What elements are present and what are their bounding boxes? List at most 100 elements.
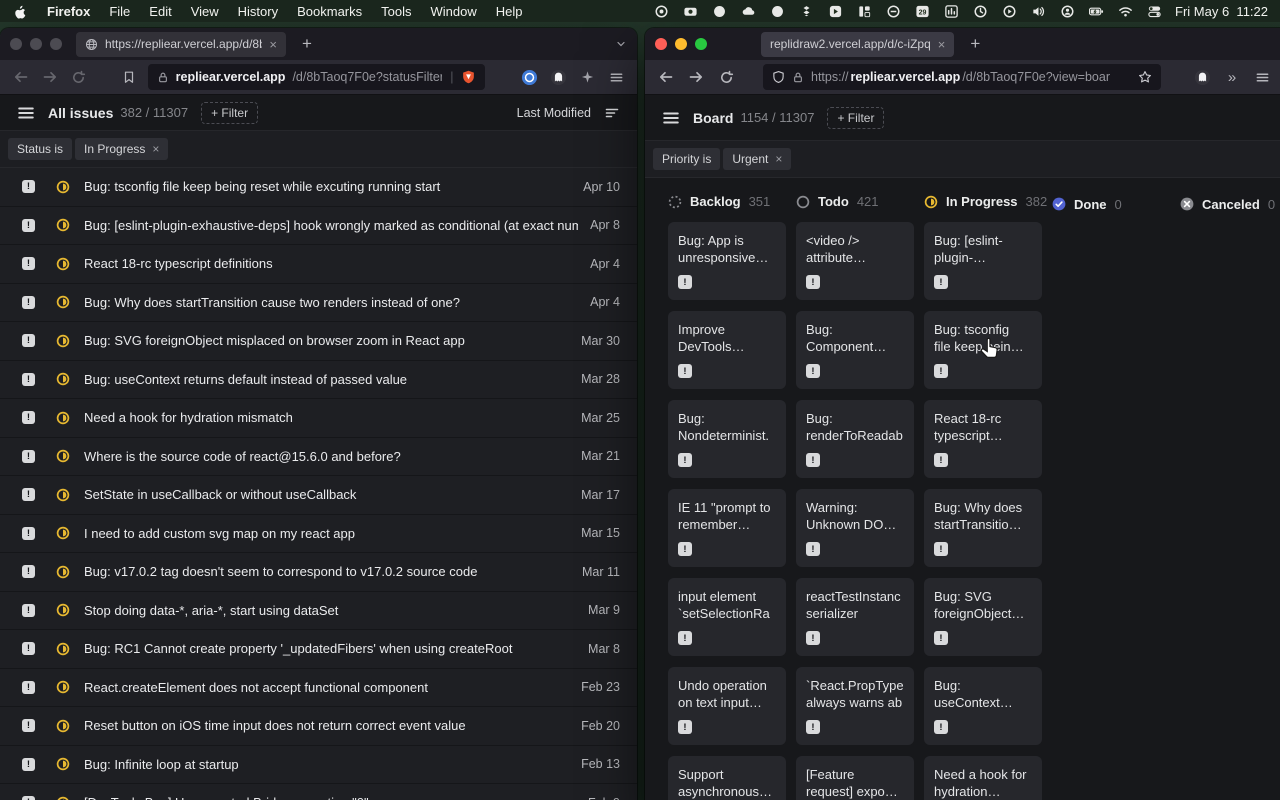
issue-row[interactable]: !SetState in useCallback or without useC… (0, 476, 637, 515)
priority-urgent-icon[interactable]: ! (22, 411, 35, 424)
window-controls[interactable] (655, 38, 707, 50)
board-card[interactable]: Bug: App isunresponsive…! (668, 222, 786, 300)
zoom-window-button[interactable] (50, 38, 62, 50)
menu-item-tools[interactable]: Tools (381, 4, 411, 19)
reload-button[interactable] (715, 66, 737, 88)
bookmark-star-icon[interactable] (1138, 70, 1152, 84)
board-card[interactable]: Bug:renderToReadab! (796, 400, 914, 478)
issue-row[interactable]: !I need to add custom svg map on my reac… (0, 515, 637, 554)
issue-row[interactable]: !React.createElement does not accept fun… (0, 669, 637, 708)
menu-item-file[interactable]: File (109, 4, 130, 19)
back-button[interactable] (10, 66, 31, 88)
back-button[interactable] (655, 66, 677, 88)
board-card[interactable]: [Featurerequest] expo…! (796, 756, 914, 800)
close-window-button[interactable] (655, 38, 667, 50)
new-tab-button[interactable]: + (296, 34, 318, 54)
adblock-shield-icon[interactable] (461, 69, 476, 85)
priority-urgent-icon[interactable]: ! (806, 364, 820, 378)
status-in-progress-icon[interactable] (56, 257, 70, 271)
add-filter-button[interactable]: + Filter (827, 107, 884, 129)
issue-row[interactable]: !Where is the source code of react@15.6.… (0, 438, 637, 477)
priority-urgent-icon[interactable]: ! (806, 453, 820, 467)
status-in-progress-icon[interactable] (56, 642, 70, 656)
board-card[interactable]: IE 11 "prompt toremember…! (668, 489, 786, 567)
issue-row[interactable]: !Bug: Infinite loop at startupFeb 13 (0, 746, 637, 785)
board-card[interactable]: Bug: [eslint-plugin-…! (924, 222, 1042, 300)
sidebar-toggle-icon[interactable] (17, 104, 35, 122)
status-in-progress-icon[interactable] (56, 526, 70, 540)
status-in-progress-icon[interactable] (56, 411, 70, 425)
priority-urgent-icon[interactable]: ! (678, 453, 692, 467)
bookmark-icon[interactable] (119, 66, 140, 88)
sort-label[interactable]: Last Modified (517, 106, 591, 120)
issue-row[interactable]: !Bug: Why does startTransition cause two… (0, 284, 637, 323)
priority-urgent-icon[interactable]: ! (678, 720, 692, 734)
priority-urgent-icon[interactable]: ! (22, 681, 35, 694)
priority-urgent-icon[interactable]: ! (678, 542, 692, 556)
menu-item-help[interactable]: Help (496, 4, 523, 19)
board-card[interactable]: `React.PropTypealways warns ab! (796, 667, 914, 745)
status-in-progress-icon[interactable] (56, 796, 70, 800)
remove-filter-icon[interactable]: × (775, 152, 782, 166)
board-card[interactable]: Supportasynchronous…! (668, 756, 786, 800)
issue-row[interactable]: !Bug: RC1 Cannot create property '_updat… (0, 630, 637, 669)
play-square-icon[interactable] (827, 3, 843, 19)
calendar-icon[interactable]: 29 (914, 3, 930, 19)
zoom-window-button[interactable] (695, 38, 707, 50)
priority-urgent-icon[interactable]: ! (678, 275, 692, 289)
board-card[interactable]: Undo operationon text input…! (668, 667, 786, 745)
issue-row[interactable]: ![DevTools Bug] Unsupported Bridge opera… (0, 784, 637, 800)
activity-icon[interactable] (943, 3, 959, 19)
extensions-icon[interactable] (577, 66, 598, 88)
board-card[interactable]: Bug: SVGforeignObject…! (924, 578, 1042, 656)
status-in-progress-icon[interactable] (56, 719, 70, 733)
forward-button[interactable] (39, 66, 60, 88)
board-card[interactable]: <video />attribute…! (796, 222, 914, 300)
issue-row[interactable]: !Need a hook for hydration mismatchMar 2… (0, 399, 637, 438)
priority-urgent-icon[interactable]: ! (22, 257, 35, 270)
board-card[interactable]: Bug:Component…! (796, 311, 914, 389)
tab-list-chevron-icon[interactable] (615, 38, 627, 50)
priority-urgent-icon[interactable]: ! (22, 758, 35, 771)
board-card[interactable]: Warning:Unknown DO…! (796, 489, 914, 567)
priority-urgent-icon[interactable]: ! (934, 542, 948, 556)
status-in-progress-icon[interactable] (56, 680, 70, 694)
battery-icon[interactable] (1088, 3, 1104, 19)
menu-item-view[interactable]: View (191, 4, 219, 19)
board-card[interactable]: React 18-rctypescript…! (924, 400, 1042, 478)
priority-urgent-icon[interactable]: ! (678, 631, 692, 645)
priority-urgent-icon[interactable]: ! (678, 364, 692, 378)
minimize-window-button[interactable] (30, 38, 42, 50)
menu-item-window[interactable]: Window (431, 4, 477, 19)
priority-urgent-icon[interactable]: ! (806, 631, 820, 645)
status-in-progress-icon[interactable] (56, 449, 70, 463)
address-bar[interactable]: repliear.vercel.app /d/8bTaoq7F0e?status… (148, 64, 486, 90)
menu-item-edit[interactable]: Edit (149, 4, 171, 19)
board-card[interactable]: Bug:Nondeterminist.! (668, 400, 786, 478)
status-in-progress-icon[interactable] (56, 603, 70, 617)
priority-urgent-icon[interactable]: ! (22, 296, 35, 309)
status-in-progress-icon[interactable] (56, 565, 70, 579)
tracking-protection-shield-icon[interactable] (772, 70, 785, 84)
control-center-icon[interactable] (1146, 3, 1162, 19)
volume-icon[interactable] (1030, 3, 1046, 19)
board-card[interactable]: input element`setSelectionRa! (668, 578, 786, 656)
swirl-icon[interactable] (711, 3, 727, 19)
apple-icon[interactable] (12, 3, 28, 19)
status-in-progress-icon[interactable] (56, 757, 70, 771)
priority-urgent-icon[interactable]: ! (934, 453, 948, 467)
do-not-disturb-icon[interactable] (885, 3, 901, 19)
priority-urgent-icon[interactable]: ! (934, 275, 948, 289)
priority-urgent-icon[interactable]: ! (22, 334, 35, 347)
menu-item-bookmarks[interactable]: Bookmarks (297, 4, 362, 19)
issue-row[interactable]: !React 18-rc typescript definitionsApr 4 (0, 245, 637, 284)
board-card[interactable]: Need a hook forhydration…! (924, 756, 1042, 800)
status-in-progress-icon[interactable] (56, 488, 70, 502)
priority-urgent-icon[interactable]: ! (806, 542, 820, 556)
issue-row[interactable]: !Bug: useContext returns default instead… (0, 361, 637, 400)
minimize-window-button[interactable] (675, 38, 687, 50)
sidebar-toggle-icon[interactable] (662, 109, 680, 127)
priority-urgent-icon[interactable]: ! (22, 604, 35, 617)
issue-row[interactable]: !Bug: v17.0.2 tag doesn't seem to corres… (0, 553, 637, 592)
screen-record-icon[interactable] (653, 3, 669, 19)
